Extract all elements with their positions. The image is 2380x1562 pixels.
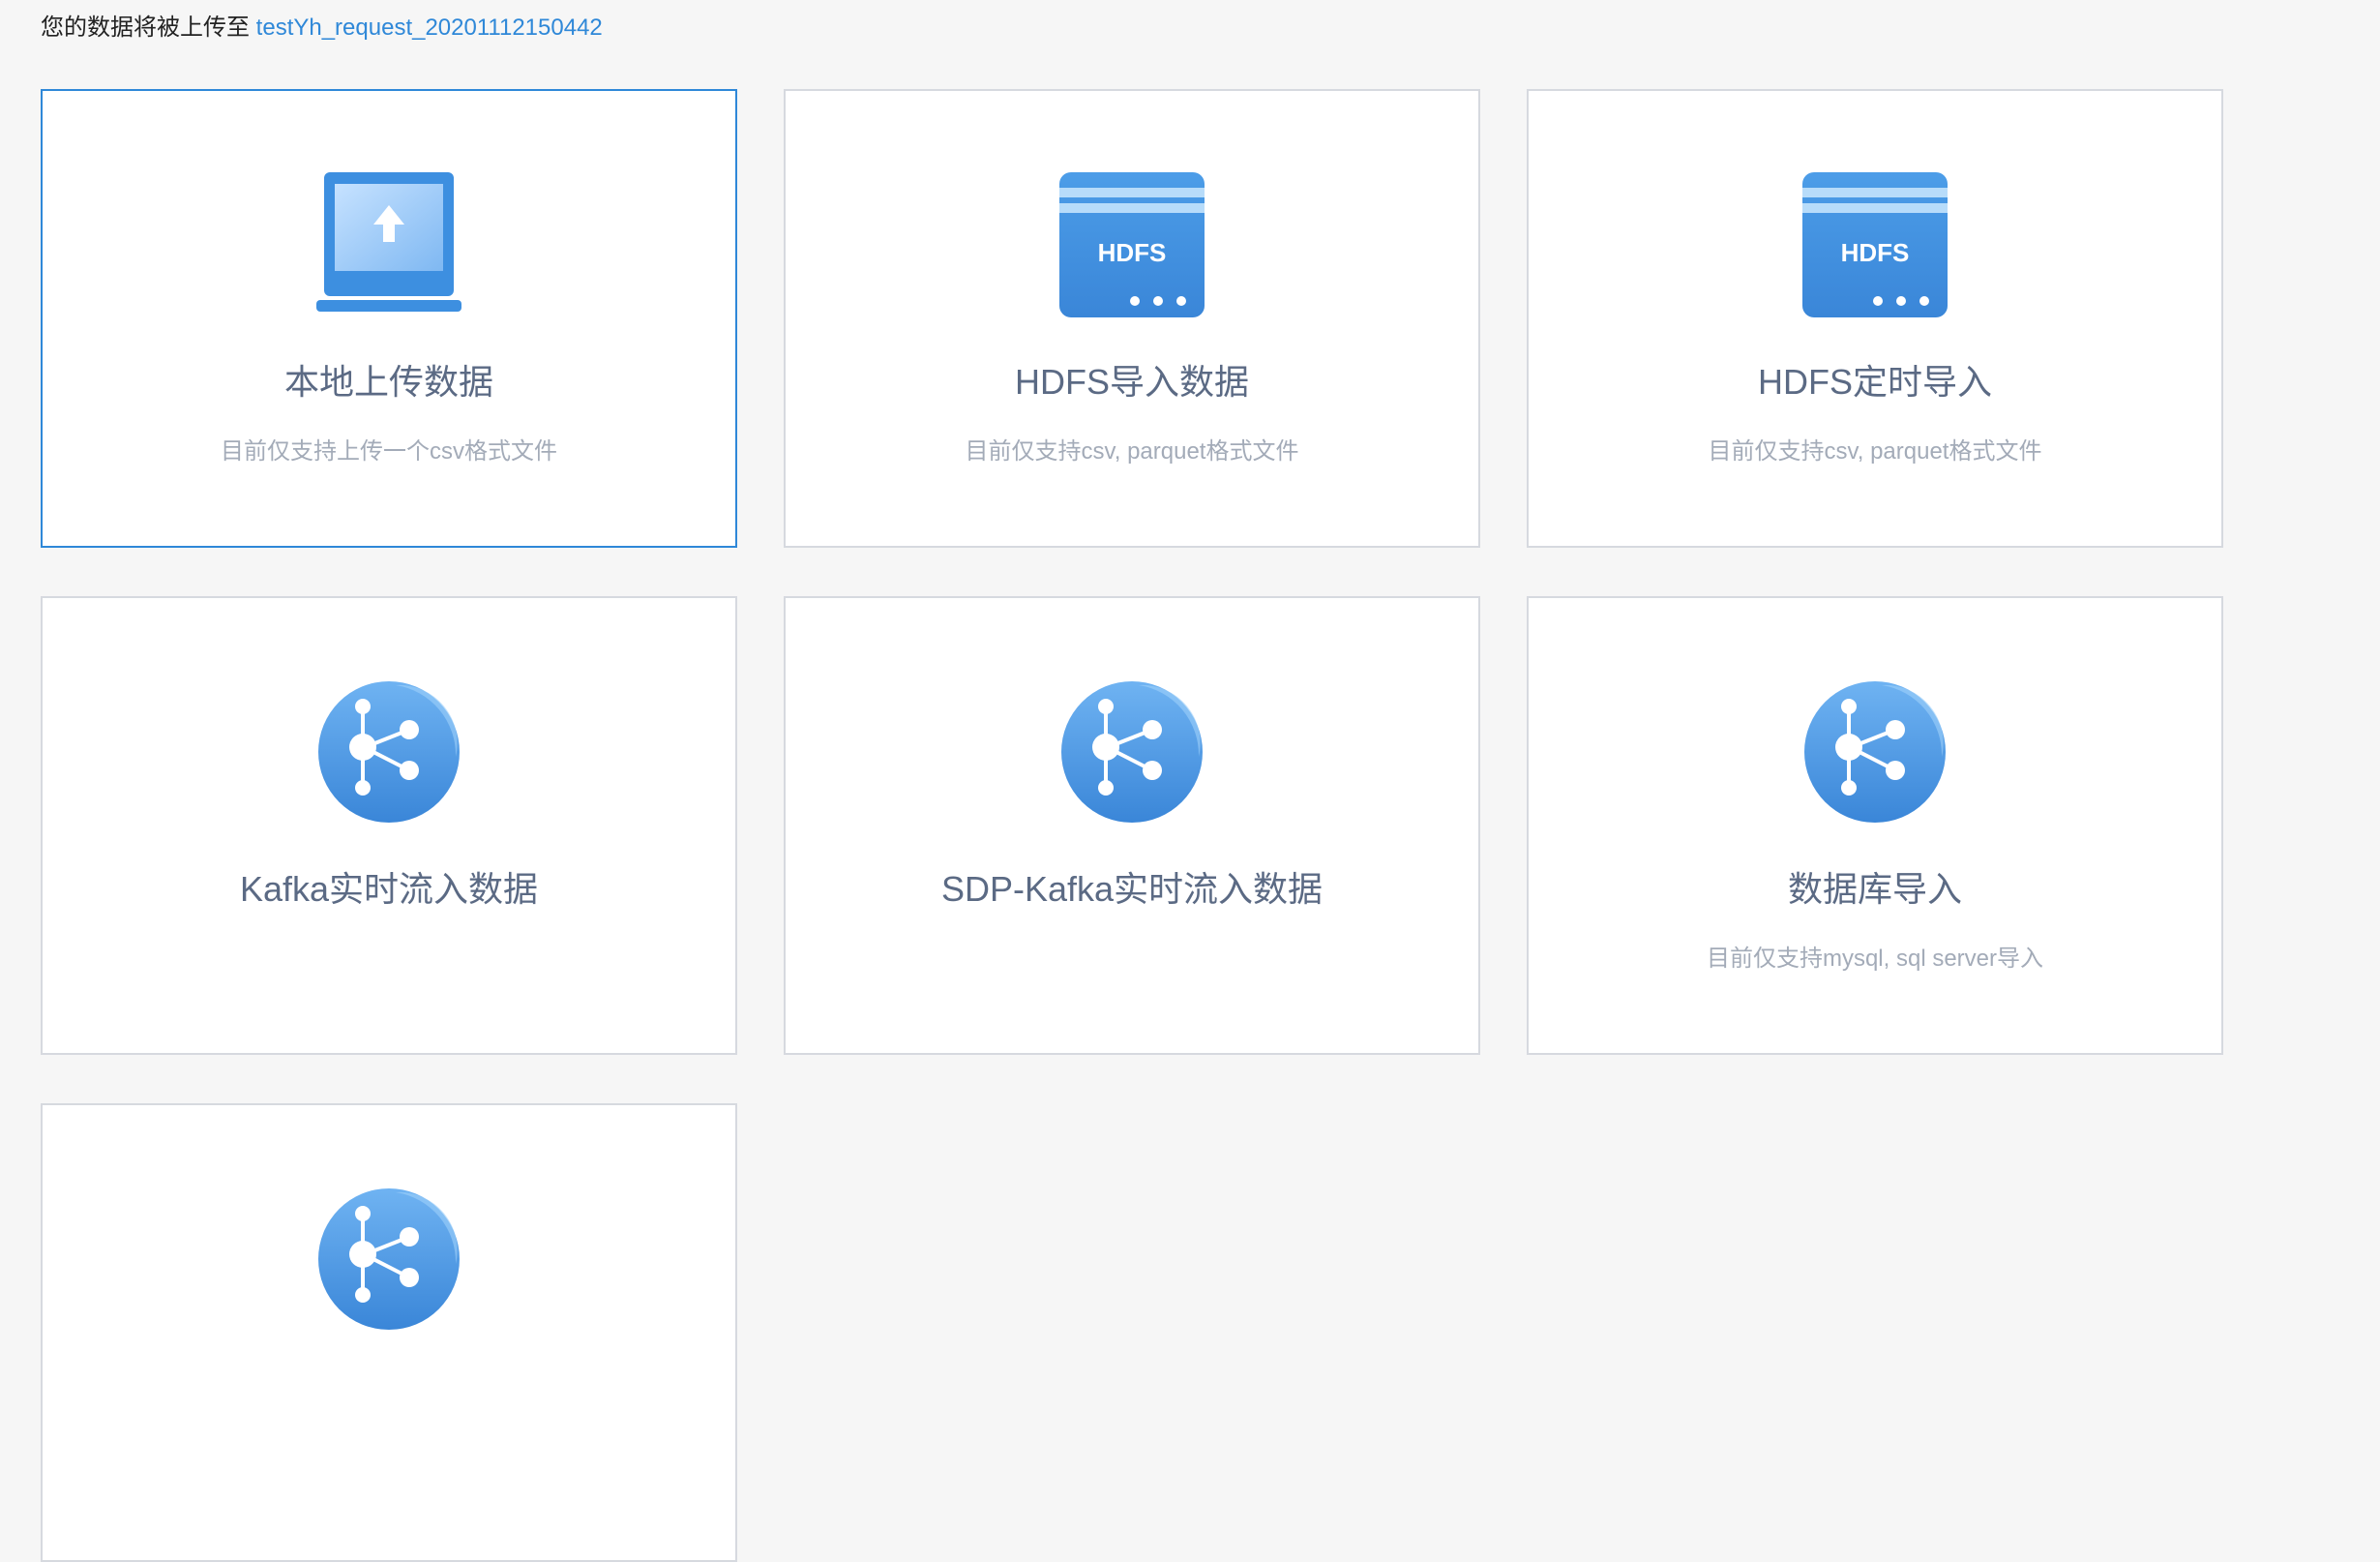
upload-destination-prefix: 您的数据将被上传至 (41, 15, 250, 41)
card-local-upload[interactable]: 本地上传数据 目前仅支持上传一个csv格式文件 (41, 89, 737, 548)
card-hdfs-import[interactable]: HDFS HDFS导入数据 目前仅支持csv, parquet格式文件 (784, 89, 1480, 548)
data-source-grid: 本地上传数据 目前仅支持上传一个csv格式文件 HDFS HDFS导入数据 目前… (41, 89, 2223, 1562)
card-title: HDFS导入数据 (1015, 362, 1249, 402)
kafka-network-icon (1804, 681, 1946, 823)
card-title: SDP-Kafka实时流入数据 (940, 869, 1324, 909)
card-title: 数据库导入 (1787, 869, 1962, 909)
card-title: Kafka实时流入数据 (239, 869, 539, 909)
card-sdp-kafka-stream[interactable]: SDP-Kafka实时流入数据 (784, 596, 1480, 1055)
card-kafka-stream[interactable]: Kafka实时流入数据 (41, 596, 737, 1055)
hdfs-server-icon: HDFS (1059, 172, 1205, 317)
card-database-import[interactable]: 数据库导入 目前仅支持mysql, sql server导入 (1527, 596, 2223, 1055)
kafka-network-icon (318, 1188, 460, 1330)
card-title: 本地上传数据 (283, 362, 493, 402)
card-additional-source[interactable] (41, 1103, 737, 1562)
hdfs-icon-label: HDFS (1098, 238, 1167, 267)
upload-destination-link[interactable]: testYh_request_20201112150442 (256, 15, 603, 41)
card-hdfs-scheduled-import[interactable]: HDFS HDFS定时导入 目前仅支持csv, parquet格式文件 (1527, 89, 2223, 548)
kafka-network-icon (1061, 681, 1203, 823)
hdfs-server-icon: HDFS (1802, 172, 1948, 317)
card-title: HDFS定时导入 (1758, 362, 1992, 402)
upload-destination-bar: 您的数据将被上传至 testYh_request_20201112150442 (41, 8, 603, 42)
card-description: 目前仅支持csv, parquet格式文件 (1708, 438, 2042, 465)
card-description: 目前仅支持mysql, sql server导入 (1706, 946, 2044, 972)
card-description: 目前仅支持上传一个csv格式文件 (221, 438, 557, 465)
laptop-upload-icon (316, 172, 461, 312)
hdfs-icon-label: HDFS (1841, 238, 1910, 267)
kafka-network-icon (318, 681, 460, 823)
card-description: 目前仅支持csv, parquet格式文件 (965, 438, 1299, 465)
